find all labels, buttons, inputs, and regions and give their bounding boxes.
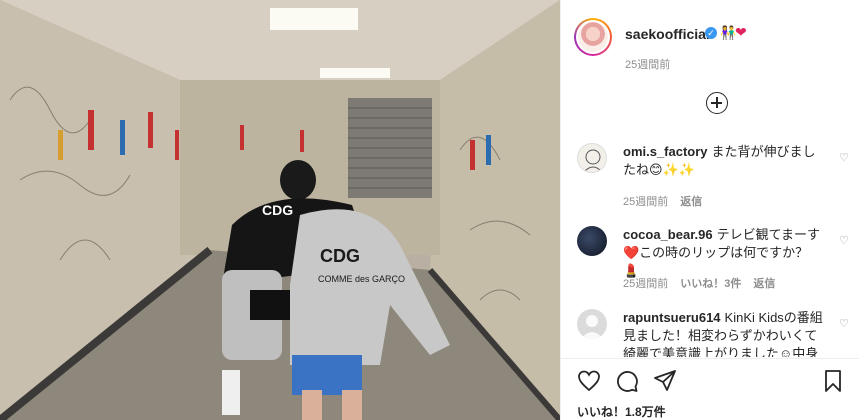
commenter-avatar[interactable] [577,309,607,339]
hoodie-right-sub: COMME des GARÇO [318,274,405,284]
comment-text: rapuntsueru614 KinKi Kidsの番組見ました！相変わらずかわい… [623,309,823,357]
save-bookmark-icon[interactable] [821,369,845,393]
comment-likes-count[interactable]: いいね！3件 [680,278,741,290]
action-bar: いいね！1.8万件 [561,358,859,420]
post-header: saekoofficial ✓ 👫 ❤ 25週間前 [561,0,859,80]
comment-text: cocoa_bear.96 テレビ観てまーす❤️この時のリップは何ですか？💄 [623,226,823,280]
comment-text: omi.s_factory また背が伸びましたね😊✨✨ [623,143,823,179]
likes-count[interactable]: いいね！1.8万件 [577,403,666,420]
comment-like-icon[interactable]: ♡ [838,318,850,330]
comment-bubble-icon[interactable] [615,369,639,393]
comment-time[interactable]: 25週間前 [623,196,668,208]
comment-time[interactable]: 25週間前 [623,278,668,290]
comment-meta: 25週間前 いいね！3件 返信 [623,275,787,291]
comment-like-icon[interactable]: ♡ [838,235,850,247]
heart-emoji: ❤ [735,24,747,40]
corridor-photo: CDG CDG COMME des GARÇO [0,0,560,420]
post-time[interactable]: 25週間前 [625,56,670,72]
author-username[interactable]: saekoofficial [625,26,710,42]
couple-emoji: 👫 [720,25,737,40]
post-side-panel: saekoofficial ✓ 👫 ❤ 25週間前 omi.s_factory ま… [560,0,859,420]
post-photo[interactable]: CDG CDG COMME des GARÇO [0,0,560,420]
comment-username[interactable]: omi.s_factory [623,144,708,159]
comment-username[interactable]: rapuntsueru614 [623,310,721,325]
load-more-comments-icon[interactable] [706,92,728,114]
comment-meta: 25週間前 返信 [623,193,714,209]
reply-button[interactable]: 返信 [753,278,775,290]
commenter-avatar[interactable] [577,226,607,256]
comment-username[interactable]: cocoa_bear.96 [623,227,713,242]
hoodie-right-text: CDG [320,246,360,266]
reply-button[interactable]: 返信 [680,196,702,208]
commenter-avatar[interactable] [577,143,607,173]
share-paper-plane-icon[interactable] [653,369,677,393]
hoodie-left-text: CDG [262,202,293,218]
verified-badge-icon: ✓ [705,27,717,39]
author-avatar[interactable] [574,18,612,56]
like-heart-icon[interactable] [577,369,601,393]
comment-like-icon[interactable]: ♡ [838,152,850,164]
